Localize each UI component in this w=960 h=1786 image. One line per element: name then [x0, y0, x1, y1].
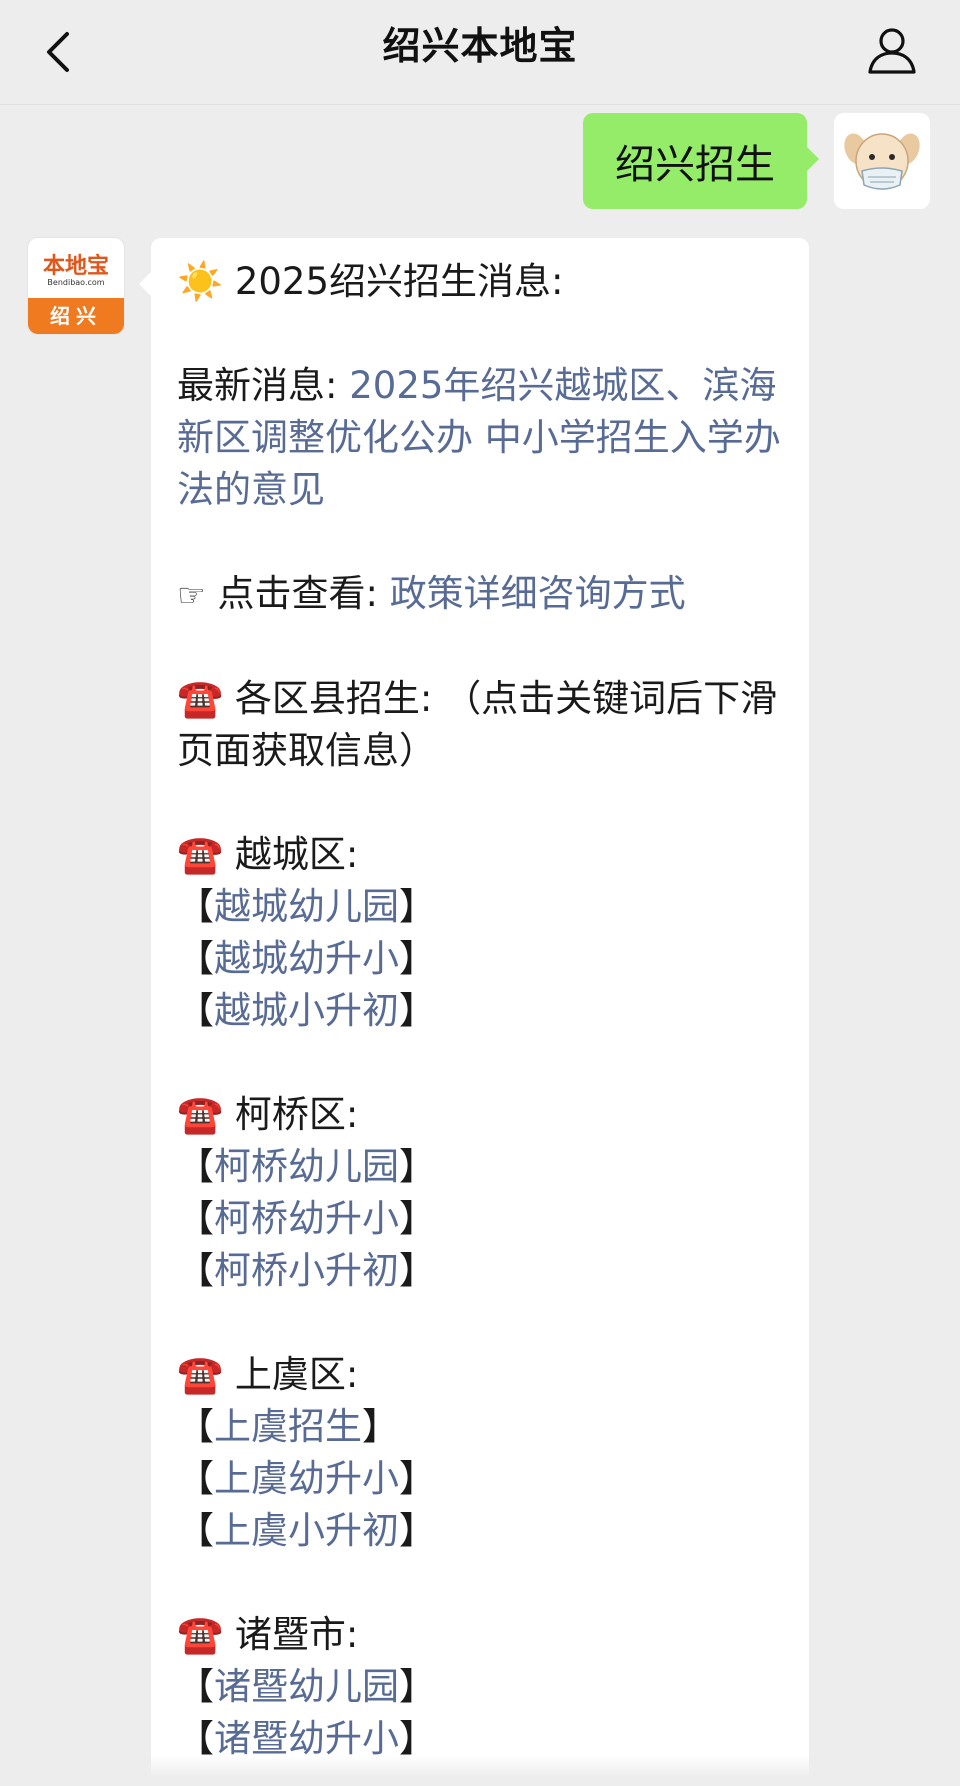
district-link-row: 【越城小升初】 [177, 989, 436, 1032]
district-link[interactable]: 柯桥幼儿园 [214, 1145, 399, 1188]
district-heading: ☎️ 柯桥区: [177, 1089, 781, 1141]
telephone-icon: ☎️ [177, 1613, 224, 1656]
district-link-row: 【上虞招生】 [177, 1405, 399, 1448]
latest-news: 最新消息: 2025年绍兴越城区、滨海新区调整优化公办 中小学招生入学办法的意见 [177, 360, 781, 516]
intro-text: 2025绍兴招生消息: [234, 260, 564, 303]
district-link[interactable]: 越城幼升小 [214, 937, 399, 980]
district-list: ☎️ 越城区: 【越城幼儿园】 【越城幼升小】 【越城小升初】 ☎️ 柯桥区: 【柯桥幼儿… [177, 777, 781, 1765]
district-link-row: 【柯桥幼儿园】 [177, 1145, 436, 1188]
avatar-brand: 本地宝 [42, 253, 109, 279]
districts-intro-text: 各区县招生: （点击关键词后下滑页面获取信息） [177, 677, 778, 772]
district-name: 柯桥区: [234, 1093, 359, 1136]
pointing-hand-icon: ☞ [177, 576, 206, 614]
district-link[interactable]: 诸暨幼儿园 [214, 1665, 399, 1708]
district-link[interactable]: 越城幼儿园 [214, 885, 399, 928]
district-link[interactable]: 柯桥小升初 [214, 1249, 399, 1292]
avatar-city: 绍兴 [28, 298, 124, 334]
district-link[interactable]: 诸暨幼升小 [214, 1717, 399, 1760]
district-heading: ☎️ 上虞区: [177, 1349, 781, 1401]
district-heading: ☎️ 诸暨市: [177, 1609, 781, 1661]
district-heading: ☎️ 越城区: [177, 829, 781, 881]
avatar-logo-top: 本地宝 Bendibao.com [28, 238, 124, 298]
district-link-row: 【越城幼升小】 [177, 937, 436, 980]
latest-label: 最新消息: [177, 364, 338, 407]
sun-icon: ☀️ [177, 260, 224, 303]
district-link-row: 【柯桥幼升小】 [177, 1197, 436, 1240]
profile-button[interactable] [860, 18, 924, 82]
policy-consult-link[interactable]: 政策详细咨询方式 [390, 572, 686, 615]
telephone-icon: ☎️ [177, 833, 224, 876]
chat-title: 绍兴本地宝 [382, 24, 578, 68]
outgoing-message: 绍兴招生 [583, 113, 930, 209]
avatar-domain: Bendibao.com [47, 278, 105, 287]
district-link[interactable]: 上虞招生 [214, 1405, 362, 1448]
outgoing-text: 绍兴招生 [615, 142, 775, 188]
district-link-row: 【上虞小升初】 [177, 1509, 436, 1552]
district-link-row: 【上虞幼升小】 [177, 1457, 436, 1500]
person-outline-icon [868, 28, 916, 74]
dog-mask-avatar-icon [844, 133, 920, 190]
outgoing-bubble[interactable]: 绍兴招生 [583, 113, 819, 209]
view-policy-line: ☞ 点击查看: 政策详细咨询方式 [177, 568, 781, 621]
chat-screen: 绍兴本地宝 绍兴招生 本地宝 Bendibao.com 绍兴 ☀️ 2025绍兴… [0, 0, 960, 1786]
district-link[interactable]: 柯桥幼升小 [214, 1197, 399, 1240]
district-link[interactable]: 上虞幼升小 [214, 1457, 399, 1500]
incoming-bubble: ☀️ 2025绍兴招生消息: 最新消息: 2025年绍兴越城区、滨海新区调整优化… [139, 238, 809, 1786]
district-link-row: 【诸暨幼儿园】 [177, 1665, 436, 1708]
telephone-icon: ☎️ [177, 1093, 224, 1136]
top-nav-bar: 绍兴本地宝 [0, 0, 960, 105]
districts-intro: ☎️ 各区县招生: （点击关键词后下滑页面获取信息） [177, 673, 781, 777]
intro-line: ☀️ 2025绍兴招生消息: [177, 256, 781, 308]
district-name: 诸暨市: [234, 1613, 359, 1656]
telephone-icon: ☎️ [177, 677, 224, 720]
telephone-icon: ☎️ [177, 1353, 224, 1396]
view-label: 点击查看: [217, 572, 378, 615]
my-avatar[interactable] [834, 113, 930, 209]
incoming-message: 本地宝 Bendibao.com 绍兴 ☀️ 2025绍兴招生消息: 最新消息:… [28, 238, 809, 1786]
bottom-fade [0, 1756, 960, 1786]
district-link-row: 【柯桥小升初】 [177, 1249, 436, 1292]
district-link[interactable]: 越城小升初 [214, 989, 399, 1032]
district-link[interactable]: 上虞小升初 [214, 1509, 399, 1552]
account-avatar[interactable]: 本地宝 Bendibao.com 绍兴 [28, 238, 124, 334]
district-link-row: 【越城幼儿园】 [177, 885, 436, 928]
district-name: 上虞区: [234, 1353, 359, 1396]
district-name: 越城区: [234, 833, 359, 876]
